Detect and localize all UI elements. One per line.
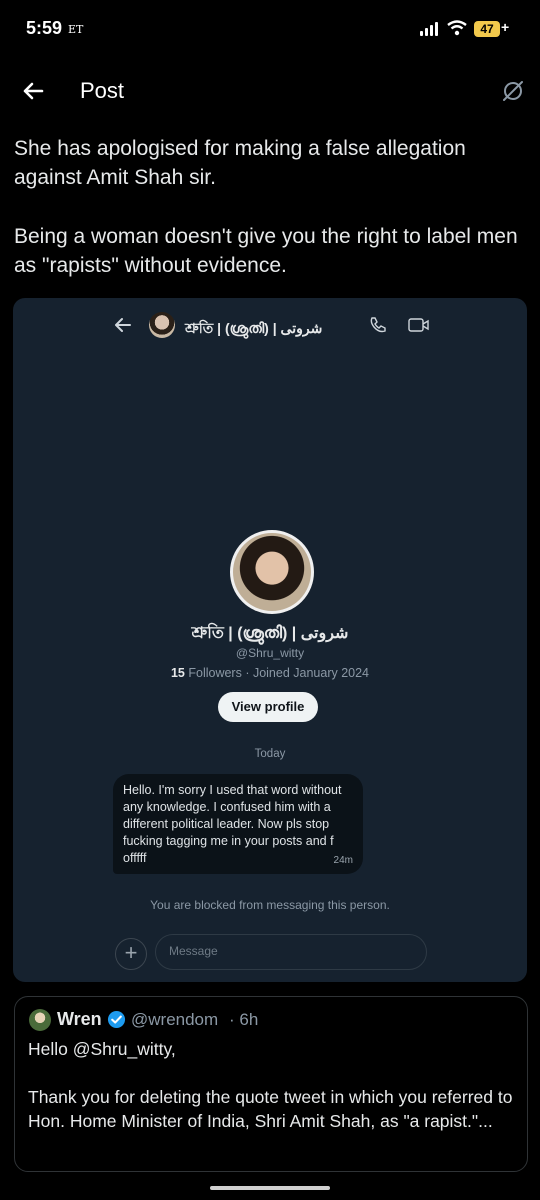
- message-text: Hello. I'm sorry I used that word withou…: [123, 783, 342, 865]
- blocked-notice: You are blocked from messaging this pers…: [150, 898, 390, 912]
- quote-time: · 6h: [229, 1010, 259, 1029]
- quoted-tweet[interactable]: Wren @wrendom · 6h Hello @Shru_witty, Th…: [14, 996, 528, 1172]
- grok-icon[interactable]: [500, 78, 526, 104]
- phone-icon: [370, 317, 386, 333]
- signal-icon: [420, 22, 440, 36]
- dm-back-icon: [115, 318, 131, 332]
- quote-handle: @wrendom: [131, 1010, 219, 1029]
- followers-label: Followers · Joined January 2024: [188, 666, 370, 680]
- page-title: Post: [80, 78, 125, 103]
- dm-avatar: [149, 312, 175, 338]
- dm-header-name: শ্রুতি | (ശ്രുതി) | شروتی: [185, 320, 323, 336]
- profile-stats: 15 Followers · Joined January 2024: [13, 666, 527, 680]
- wifi-icon: [447, 20, 467, 36]
- verified-icon: [107, 1010, 126, 1029]
- tweet-paragraph-1: She has apologised for making a false al…: [14, 137, 466, 189]
- video-icon: [408, 318, 429, 332]
- battery-indicator: 47: [474, 21, 500, 37]
- profile-name: শ্রুতি | (ശ്രുതി) | شروتی: [191, 625, 349, 642]
- message-input: Message: [155, 934, 427, 970]
- plus-icon: +: [115, 938, 147, 970]
- home-indicator: [210, 1186, 330, 1190]
- quote-author-name: Wren: [57, 1009, 102, 1029]
- profile-handle: @Shru_witty: [235, 646, 305, 660]
- quote-greeting: Hello @Shru_witty,: [28, 1039, 176, 1059]
- view-profile-button: View profile: [218, 692, 318, 722]
- date-separator: Today: [254, 748, 286, 760]
- status-time: 5:59: [26, 18, 63, 38]
- quote-body: Thank you for deleting the quote tweet i…: [28, 1087, 513, 1131]
- quote-avatar: [29, 1009, 51, 1031]
- status-carrier: ET: [68, 23, 84, 36]
- tweet-paragraph-2: Being a woman doesn't give you the right…: [14, 225, 518, 277]
- back-arrow-icon[interactable]: [18, 76, 48, 106]
- battery-charging-icon: +: [501, 19, 510, 35]
- message-time: 24m: [333, 855, 353, 866]
- message-input-placeholder: Message: [169, 944, 218, 958]
- profile-avatar: [230, 530, 314, 614]
- followers-count: 15: [170, 666, 185, 680]
- message-bubble: Hello. I'm sorry I used that word withou…: [113, 774, 363, 874]
- attached-screenshot[interactable]: শ্রুতি | (ശ്രുതി) | شروتی শ্রুতি | (ശ്രു…: [13, 298, 527, 982]
